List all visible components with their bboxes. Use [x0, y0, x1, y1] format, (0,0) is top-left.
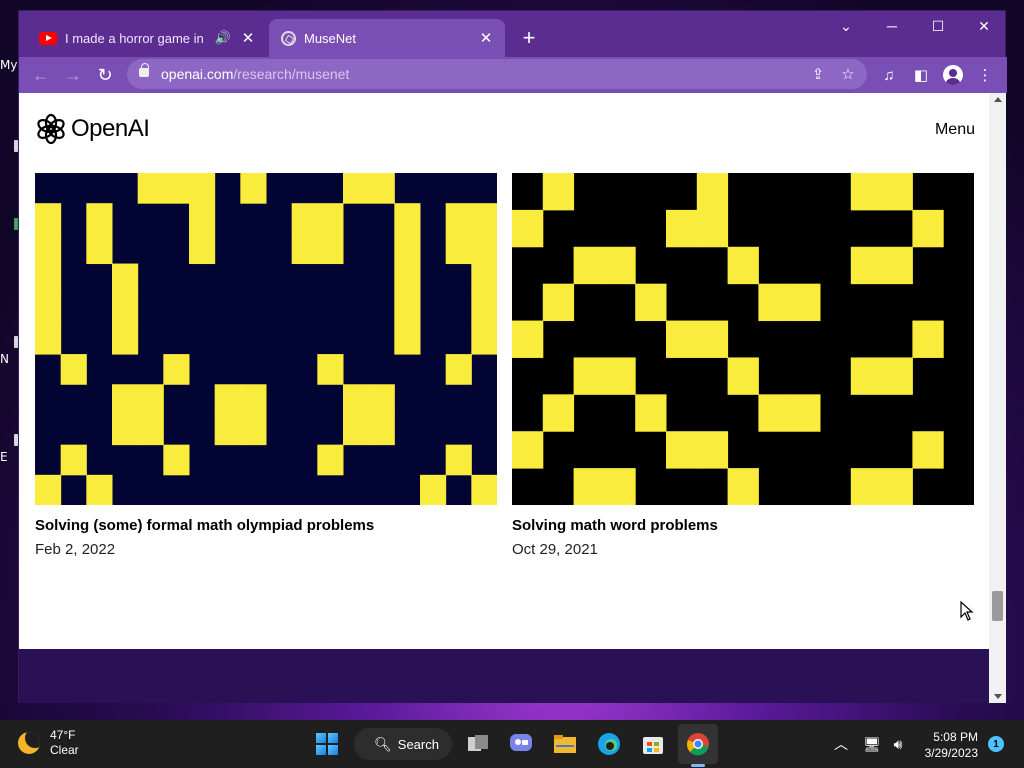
network-icon[interactable]: 🖥︎: [860, 732, 884, 756]
speaker-icon[interactable]: 🔊: [215, 30, 231, 46]
site-footer: [19, 649, 989, 703]
task-view-button[interactable]: [462, 728, 494, 760]
desktop-icon-label[interactable]: E: [0, 450, 8, 464]
edge-browser-button[interactable]: [593, 728, 625, 760]
logo-text: OpenAI: [71, 115, 150, 142]
article-card[interactable]: Solving math word problems Oct 29, 2021: [512, 173, 974, 558]
windows-logo-icon: [316, 733, 338, 755]
taskbar-search[interactable]: 🔍︎ Search: [354, 728, 452, 760]
store-icon: [643, 737, 663, 754]
search-icon: 🔍︎: [374, 735, 392, 752]
article-date: Feb 2, 2022: [35, 541, 116, 558]
youtube-icon: [39, 31, 57, 45]
side-panel-icon[interactable]: ◧: [907, 61, 935, 89]
bookmark-star-icon[interactable]: ☆: [837, 63, 859, 85]
tab-title: I made a horror game in 1 hour: [65, 30, 207, 46]
scroll-down-arrow-icon[interactable]: [994, 694, 1002, 699]
openai-logo-icon: [37, 113, 65, 145]
tab-title: MuseNet: [304, 30, 357, 46]
notification-badge[interactable]: 1: [988, 736, 1004, 752]
clock-time: 5:08 PM: [933, 730, 978, 744]
taskbar: 47°F Clear 🔍︎ Search ︿ 🖥︎ 🔊︎ 5:08 PM 3/2…: [0, 720, 1024, 768]
chrome-icon: [687, 733, 709, 756]
scrollbar-thumb[interactable]: [992, 591, 1003, 621]
site-header: OpenAI Menu: [35, 113, 975, 149]
show-hidden-icons-chevron-icon[interactable]: ︿: [829, 732, 853, 756]
profile-button[interactable]: [939, 61, 967, 89]
start-button[interactable]: [311, 728, 343, 760]
tab-search-button[interactable]: ⌄: [823, 11, 869, 41]
weather-temperature: 47°F: [50, 728, 76, 742]
reload-button[interactable]: ↻: [91, 61, 119, 89]
forward-button[interactable]: →: [59, 61, 87, 89]
lock-icon[interactable]: [139, 63, 149, 77]
search-label: Search: [397, 736, 439, 752]
clock-date: 3/29/2023: [924, 746, 978, 760]
article-thumbnail[interactable]: [35, 173, 497, 505]
close-window-button[interactable]: ✕: [961, 11, 1007, 41]
avatar-icon: [943, 65, 963, 85]
scroll-up-arrow-icon[interactable]: [994, 97, 1002, 102]
minimize-button[interactable]: ─: [869, 11, 915, 41]
new-tab-button[interactable]: +: [516, 25, 542, 51]
address-bar[interactable]: openai.com/research/musenet ⇪ ☆: [127, 59, 867, 89]
tab-musenet[interactable]: MuseNet ✕: [269, 19, 505, 57]
article-title[interactable]: Solving (some) formal math olympiad prob…: [35, 517, 497, 534]
weather-text: 47°F Clear: [50, 728, 79, 758]
weather-condition: Clear: [50, 743, 79, 757]
close-tab-icon[interactable]: ✕: [239, 29, 257, 47]
url-path: /research/musenet: [233, 66, 350, 82]
article-card[interactable]: Solving (some) formal math olympiad prob…: [35, 173, 497, 558]
running-indicator: [691, 764, 705, 767]
volume-icon[interactable]: 🔊︎: [886, 732, 910, 756]
maximize-button[interactable]: ☐: [915, 11, 961, 41]
browser-window: I made a horror game in 1 hour 🔊 ✕ MuseN…: [18, 10, 1007, 703]
system-clock[interactable]: 5:08 PM 3/29/2023: [912, 729, 978, 761]
browser-toolbar: ← → ↻ openai.com/research/musenet ⇪ ☆ ♫ …: [19, 57, 1007, 93]
file-explorer-button[interactable]: [549, 728, 581, 760]
vertical-scrollbar[interactable]: [989, 93, 1006, 703]
article-date: Oct 29, 2021: [512, 541, 598, 558]
more-menu-icon[interactable]: ⋮: [971, 61, 999, 89]
chat-app-button[interactable]: [505, 728, 537, 760]
folder-icon: [554, 735, 576, 753]
title-bar: I made a horror game in 1 hour 🔊 ✕ MuseN…: [19, 11, 1007, 57]
task-view-icon: [468, 735, 488, 751]
chat-icon: [510, 734, 532, 751]
tab-youtube[interactable]: I made a horror game in 1 hour 🔊 ✕: [27, 19, 267, 57]
chrome-button[interactable]: [682, 728, 714, 760]
close-tab-icon[interactable]: ✕: [477, 29, 495, 47]
moon-icon: [18, 732, 40, 754]
menu-button[interactable]: Menu: [935, 121, 975, 139]
desktop-icon-label[interactable]: My: [0, 58, 17, 72]
store-button[interactable]: [637, 728, 669, 760]
mouse-cursor-icon: [960, 601, 974, 621]
page-viewport: OpenAI Menu Solving (some) formal math o…: [19, 93, 989, 703]
openai-favicon-icon: [281, 30, 296, 46]
openai-logo[interactable]: OpenAI: [35, 113, 150, 145]
article-title[interactable]: Solving math word problems: [512, 517, 974, 534]
media-control-icon[interactable]: ♫: [875, 61, 903, 89]
weather-widget[interactable]: 47°F Clear: [18, 728, 79, 758]
share-icon[interactable]: ⇪: [807, 63, 829, 85]
url-text[interactable]: openai.com/research/musenet: [161, 66, 349, 82]
back-button[interactable]: ←: [27, 61, 55, 89]
desktop-icon-label[interactable]: N: [0, 352, 9, 366]
article-thumbnail[interactable]: [512, 173, 974, 505]
edge-icon: [598, 733, 620, 755]
url-host: openai.com: [161, 66, 234, 82]
